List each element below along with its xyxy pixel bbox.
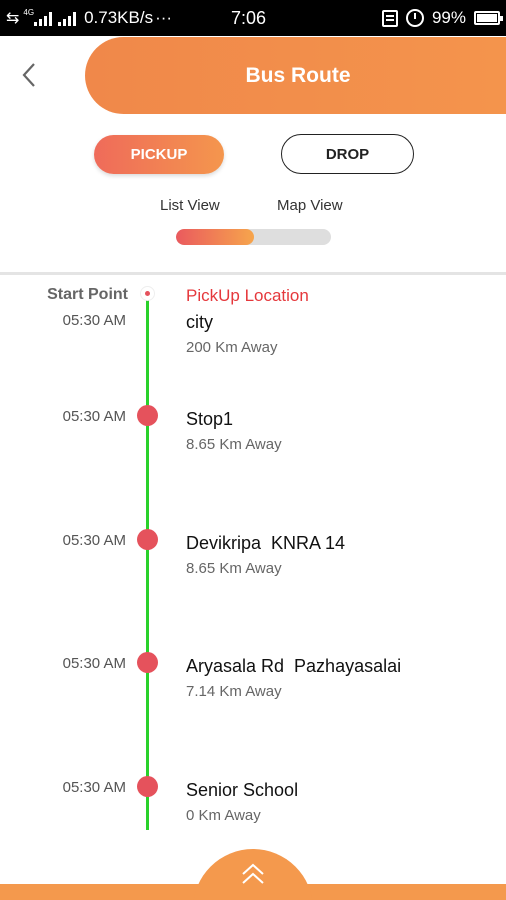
stop-name: Stop1 <box>186 409 234 429</box>
stop-name: city <box>186 312 213 332</box>
status-right: 99% <box>381 8 503 28</box>
stop-distance: 200 Km Away <box>186 339 278 356</box>
stop-time: 05:30 AM <box>62 779 126 796</box>
expand-sheet-button[interactable] <box>193 849 313 900</box>
pickup-button[interactable]: PICKUP <box>94 135 224 174</box>
view-indicator-track <box>176 229 331 245</box>
view-indicator-active <box>176 229 254 245</box>
data-arrows-icon: ⇆ <box>6 10 20 27</box>
battery-percent: 99% <box>431 8 466 27</box>
stop-time: 05:30 AM <box>62 408 126 425</box>
status-left: ⇆ 4G 0.73KB/s ··· <box>6 8 172 28</box>
back-button[interactable] <box>12 58 46 92</box>
stop-dot-icon <box>137 776 158 797</box>
page-title: Bus Route <box>245 63 351 87</box>
tab-list-view[interactable]: List View <box>160 197 220 214</box>
alarm-icon <box>405 9 424 27</box>
signal-icon <box>34 11 53 26</box>
stop-distance: 7.14 Km Away <box>186 683 282 700</box>
stop-dot-icon <box>137 652 158 673</box>
stop-time: 05:30 AM <box>62 312 126 329</box>
stop-dot-icon <box>137 529 158 550</box>
network-type: 4G <box>23 7 35 17</box>
stop-name: Senior School <box>186 780 299 800</box>
stop-time: 05:30 AM <box>62 532 126 549</box>
tab-map-view[interactable]: Map View <box>277 197 343 214</box>
stop-distance: 0 Km Away <box>186 807 261 824</box>
start-dot-icon <box>140 286 155 301</box>
double-chevron-up-icon <box>242 863 264 884</box>
stop-name: Aryasala Rd Pazhayasalai <box>186 656 402 676</box>
divider <box>0 272 506 275</box>
battery-icon <box>474 11 503 25</box>
pickup-location-label: PickUp Location <box>186 286 309 305</box>
route-line <box>146 300 149 830</box>
clock: 7:06 <box>231 8 267 28</box>
stop-dot-icon <box>137 405 158 426</box>
data-speed: 0.73KB/s <box>84 8 154 27</box>
chevron-left-icon <box>22 63 35 87</box>
stop-name: Devikripa KNRA 14 <box>186 533 346 553</box>
status-bar: ⇆ 4G 0.73KB/s ··· 7:06 99% <box>0 0 506 36</box>
stop-time: 05:30 AM <box>62 655 126 672</box>
start-point-label: Start Point <box>47 286 128 303</box>
header-bar: Bus Route <box>85 37 506 114</box>
notification-icon <box>381 9 398 27</box>
stop-distance: 8.65 Km Away <box>186 436 282 453</box>
signal-icon <box>58 11 77 26</box>
drop-button[interactable]: DROP <box>281 134 414 174</box>
battery-fill <box>477 14 497 22</box>
more-indicator: ··· <box>155 8 173 27</box>
stop-distance: 8.65 Km Away <box>186 560 282 577</box>
